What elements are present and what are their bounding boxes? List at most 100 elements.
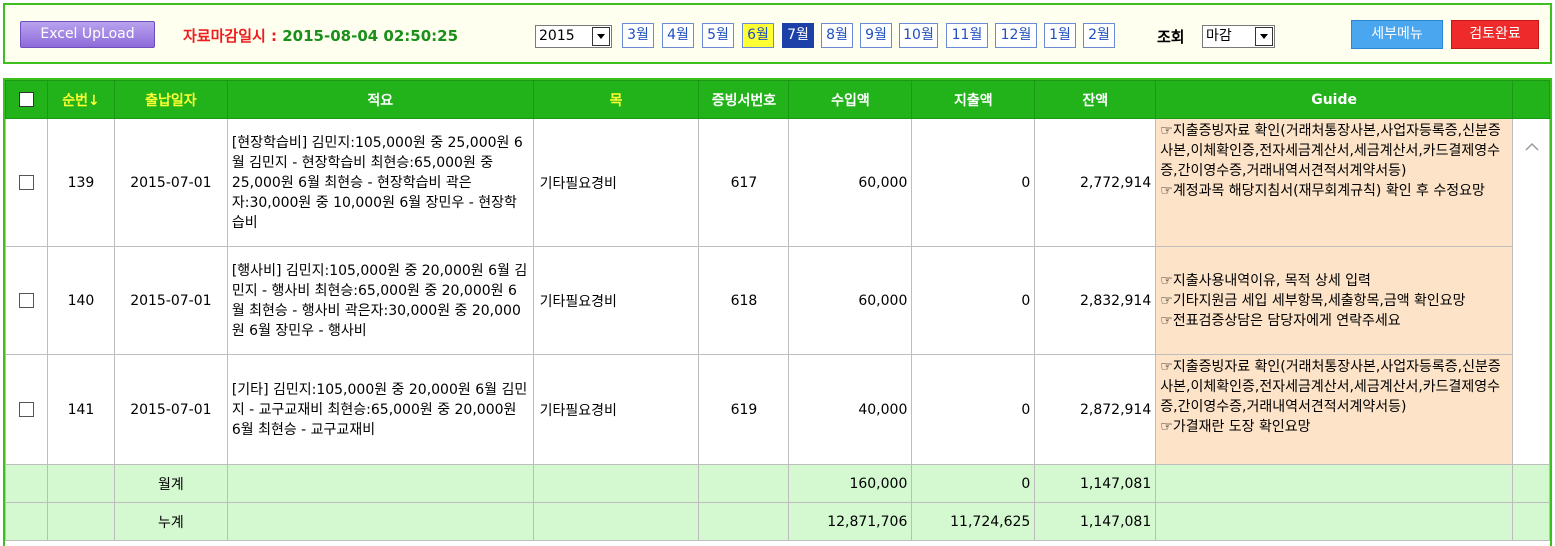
row-checkbox-cell bbox=[5, 354, 48, 465]
row-guide: ☞지출증빙자료 확인(거래처통장사본,사업자등록증,신분증사본,이체확인증,전자… bbox=[1155, 118, 1513, 247]
row-expense: 0 bbox=[911, 118, 1036, 247]
row-balance: 2,872,914 bbox=[1034, 354, 1157, 465]
row-date: 2015-07-01 bbox=[113, 354, 228, 465]
month-tab-7[interactable]: 7월 bbox=[782, 23, 814, 48]
chevron-down-icon[interactable] bbox=[1255, 27, 1273, 46]
monthly-balance: 1,147,081 bbox=[1034, 464, 1157, 503]
col-expense[interactable]: 지출액 bbox=[911, 80, 1036, 119]
col-balance[interactable]: 잔액 bbox=[1034, 80, 1157, 119]
sum-empty bbox=[698, 502, 790, 541]
inquiry-select[interactable]: 마감 bbox=[1202, 25, 1275, 48]
row-date: 2015-07-01 bbox=[113, 246, 228, 355]
row-checkbox[interactable] bbox=[18, 175, 34, 190]
row-checkbox[interactable] bbox=[18, 293, 34, 308]
cumulative-balance: 1,147,081 bbox=[1034, 502, 1157, 541]
ledger-table: 순번↓ 출납일자 적요 목 증빙서번호 수입액 지출액 잔액 Guide 139… bbox=[5, 80, 1550, 541]
year-value: 2015 bbox=[539, 28, 575, 44]
monthly-total-row: 월계 160,000 0 1,147,081 bbox=[5, 464, 1550, 503]
row-item: 기타필요경비 bbox=[532, 354, 700, 465]
sum-empty bbox=[226, 464, 534, 503]
row-item: 기타필요경비 bbox=[532, 246, 700, 355]
row-voucher: 618 bbox=[698, 246, 790, 355]
col-guide: Guide bbox=[1155, 80, 1513, 119]
guide-line: ☞지출증빙자료 확인(거래처통장사본,사업자등록증,신분증사본,이체확인증,전자… bbox=[1160, 359, 1501, 415]
year-select[interactable]: 2015 bbox=[535, 25, 612, 48]
inquiry-value: 마감 bbox=[1206, 28, 1232, 44]
cumulative-total-row: 누계 12,871,706 11,724,625 1,147,081 bbox=[5, 502, 1550, 541]
excel-upload-button[interactable]: Excel UpLoad bbox=[20, 21, 155, 48]
col-income[interactable]: 수입액 bbox=[788, 80, 913, 119]
row-guide: ☞지출증빙자료 확인(거래처통장사본,사업자등록증,신분증사본,이체확인증,전자… bbox=[1155, 354, 1513, 465]
sum-empty bbox=[226, 502, 534, 541]
select-all-checkbox[interactable] bbox=[18, 92, 34, 107]
month-tab-3[interactable]: 3월 bbox=[622, 23, 654, 48]
monthly-total-label: 월계 bbox=[113, 464, 228, 503]
col-item[interactable]: 목 bbox=[532, 80, 700, 119]
row-checkbox-cell bbox=[5, 246, 48, 355]
sum-empty bbox=[46, 502, 115, 541]
row-seq: 139 bbox=[46, 118, 115, 247]
row-desc: [행사비] 김민지:105,000원 중 20,000원 6월 김민지 - 행사… bbox=[226, 246, 534, 355]
row-income: 60,000 bbox=[788, 118, 913, 247]
scrollbar[interactable] bbox=[1511, 118, 1550, 465]
col-seq[interactable]: 순번↓ bbox=[46, 80, 115, 119]
monthly-income: 160,000 bbox=[788, 464, 913, 503]
col-date[interactable]: 출납일자 bbox=[113, 80, 228, 119]
close-datetime-value: 2015-08-04 02:50:25 bbox=[282, 27, 459, 45]
month-tab-8[interactable]: 8월 bbox=[821, 23, 853, 48]
table-row: 140 2015-07-01 [행사비] 김민지:105,000원 중 20,0… bbox=[5, 246, 1550, 355]
row-expense: 0 bbox=[911, 354, 1036, 465]
review-complete-button[interactable]: 검토완료 bbox=[1451, 20, 1539, 49]
guide-line: ☞지출증빙자료 확인(거래처통장사본,사업자등록증,신분증사본,이체확인증,전자… bbox=[1160, 123, 1501, 179]
month-tab-6[interactable]: 6월 bbox=[742, 23, 774, 48]
sum-empty bbox=[46, 464, 115, 503]
close-label-text: 자료마감일시 : bbox=[183, 27, 283, 45]
month-tab-1[interactable]: 1월 bbox=[1044, 23, 1076, 48]
cumulative-expense: 11,724,625 bbox=[911, 502, 1036, 541]
header-row: 순번↓ 출납일자 적요 목 증빙서번호 수입액 지출액 잔액 Guide bbox=[5, 80, 1550, 119]
guide-line: ☞계정과목 해당지침서(재무회계규칙) 확인 후 수정요망 bbox=[1160, 183, 1485, 199]
row-balance: 2,772,914 bbox=[1034, 118, 1157, 247]
sum-empty bbox=[532, 502, 700, 541]
sum-empty bbox=[5, 502, 48, 541]
sum-empty bbox=[1511, 464, 1550, 503]
month-tab-12[interactable]: 12월 bbox=[995, 23, 1037, 48]
row-desc: [기타] 김민지:105,000원 중 20,000원 6월 김민지 - 교구교… bbox=[226, 354, 534, 465]
month-tab-2[interactable]: 2월 bbox=[1083, 23, 1115, 48]
inquiry-label: 조회 bbox=[1157, 28, 1185, 46]
sum-empty bbox=[1155, 464, 1513, 503]
row-seq: 141 bbox=[46, 354, 115, 465]
month-tab-11[interactable]: 11월 bbox=[946, 23, 988, 48]
row-expense: 0 bbox=[911, 246, 1036, 355]
guide-line: ☞지출사용내역이유, 목적 상세 입력 bbox=[1160, 272, 1371, 289]
row-voucher: 617 bbox=[698, 118, 790, 247]
row-income: 60,000 bbox=[788, 246, 913, 355]
sum-empty bbox=[698, 464, 790, 503]
table-row: 141 2015-07-01 [기타] 김민지:105,000원 중 20,00… bbox=[5, 354, 1550, 465]
month-tab-4[interactable]: 4월 bbox=[662, 23, 694, 48]
col-voucher[interactable]: 증빙서번호 bbox=[698, 80, 790, 119]
row-item: 기타필요경비 bbox=[532, 118, 700, 247]
guide-line: ☞기타지원금 세입 세부항목,세출항목,금액 확인요망 bbox=[1160, 292, 1466, 309]
sum-empty bbox=[5, 464, 48, 503]
col-desc[interactable]: 적요 bbox=[226, 80, 534, 119]
guide-line: ☞전표검증상담은 담당자에게 연락주세요 bbox=[1160, 312, 1401, 329]
sum-empty bbox=[1511, 502, 1550, 541]
row-checkbox[interactable] bbox=[18, 402, 34, 417]
row-seq: 140 bbox=[46, 246, 115, 355]
monthly-expense: 0 bbox=[911, 464, 1036, 503]
month-tab-5[interactable]: 5월 bbox=[702, 23, 734, 48]
month-tab-9[interactable]: 9월 bbox=[860, 23, 892, 48]
guide-line: ☞가결재란 도장 확인요망 bbox=[1160, 419, 1311, 435]
scroll-up-icon[interactable] bbox=[1525, 141, 1539, 151]
toolbar: Excel UpLoad 자료마감일시 : 2015-08-04 02:50:2… bbox=[3, 3, 1552, 64]
row-voucher: 619 bbox=[698, 354, 790, 465]
ledger-grid: 순번↓ 출납일자 적요 목 증빙서번호 수입액 지출액 잔액 Guide 139… bbox=[3, 78, 1552, 546]
row-guide: ☞지출사용내역이유, 목적 상세 입력 ☞기타지원금 세입 세부항목,세출항목,… bbox=[1155, 246, 1513, 355]
month-tab-10[interactable]: 10월 bbox=[899, 23, 938, 48]
row-desc: [현장학습비] 김민지:105,000원 중 25,000원 6월 김민지 - … bbox=[226, 118, 534, 247]
chevron-down-icon[interactable] bbox=[592, 27, 610, 46]
detail-menu-button[interactable]: 세부메뉴 bbox=[1351, 20, 1443, 49]
row-date: 2015-07-01 bbox=[113, 118, 228, 247]
sum-empty bbox=[532, 464, 700, 503]
